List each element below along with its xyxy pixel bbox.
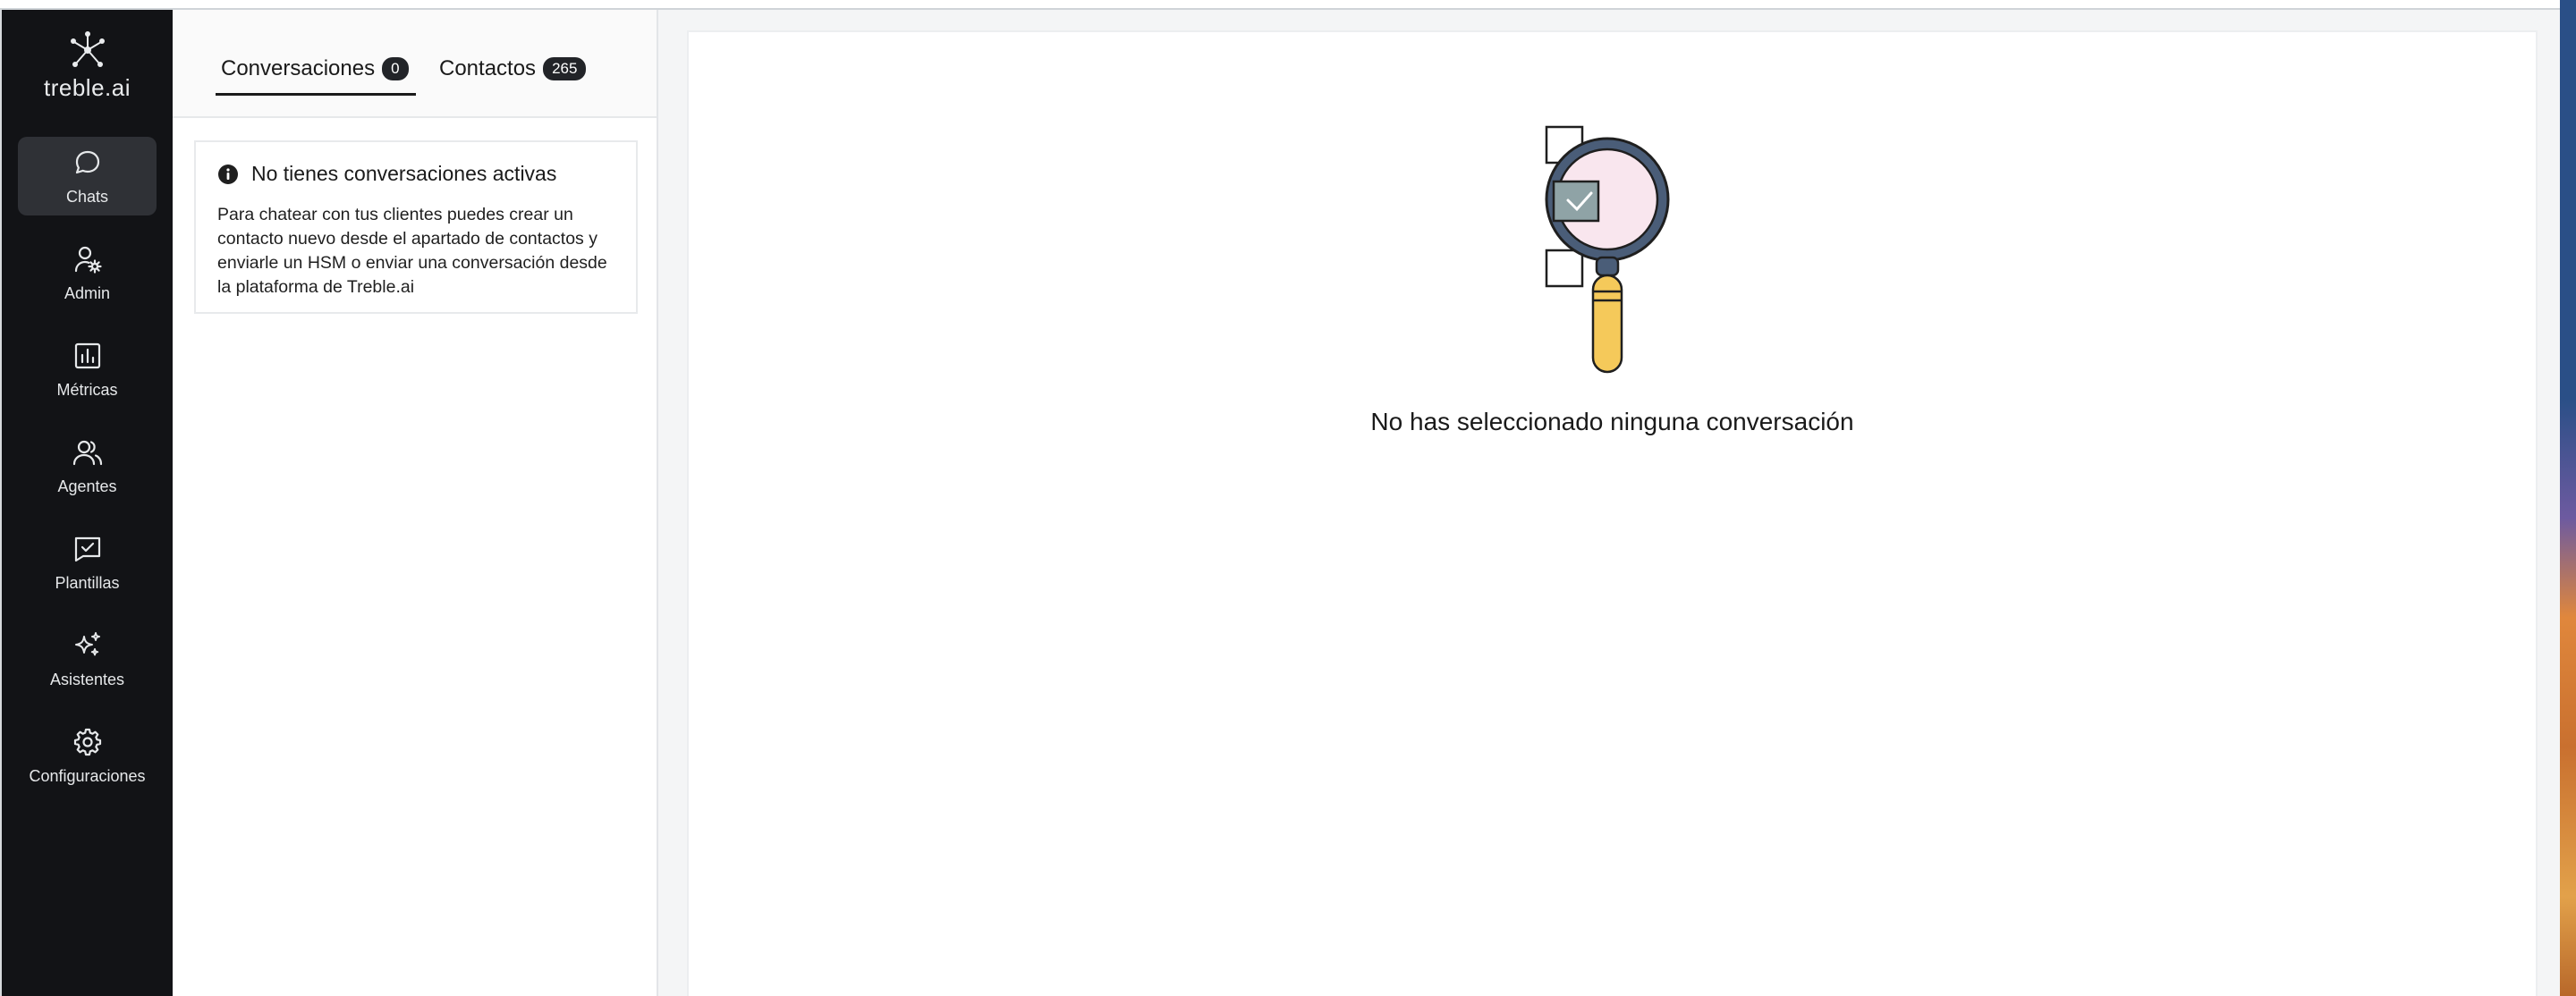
sparkles-icon: [74, 631, 100, 655]
info-card-title: No tienes conversaciones activas: [251, 162, 557, 185]
tab-bar: Conversaciones 0 Contactos 265: [173, 10, 657, 118]
info-icon: [218, 164, 238, 184]
conversation-count-badge: 0: [382, 57, 409, 80]
sidebar-item-plantillas[interactable]: Plantillas: [18, 523, 157, 602]
users-icon: [72, 440, 102, 465]
sidebar-item-admin[interactable]: Admin: [18, 233, 157, 312]
window-top-edge: [0, 0, 2576, 10]
sidebar-item-metricas[interactable]: Métricas: [18, 330, 157, 409]
treble-logo-icon: [70, 31, 105, 67]
conversation-list-panel: Conversaciones 0 Contactos 265 No tienes…: [173, 10, 658, 996]
sidebar-item-label: Asistentes: [49, 670, 125, 688]
sidebar: treble.ai Chats Admin Métricas Agentes P…: [2, 10, 173, 996]
sidebar-item-label: Plantillas: [55, 573, 120, 592]
user-gear-icon: [74, 246, 102, 274]
sidebar-item-label: Agentes: [57, 477, 117, 495]
brand[interactable]: treble.ai: [2, 30, 173, 102]
sidebar-item-label: Configuraciones: [29, 766, 146, 785]
sidebar-item-configuraciones[interactable]: Configuraciones: [18, 716, 157, 795]
magnifying-glass-icon: [1545, 125, 1670, 374]
bar-chart-icon: [74, 342, 100, 368]
sidebar-item-chats[interactable]: Chats: [18, 137, 157, 215]
message-check-icon: [74, 536, 100, 561]
no-conversations-card: No tienes conversaciones activas Para ch…: [194, 140, 638, 314]
tab-contactos[interactable]: Contactos 265: [439, 49, 587, 89]
info-card-body: Para chatear con tus clientes puedes cre…: [217, 205, 607, 297]
active-tab-indicator: [216, 93, 416, 96]
sidebar-item-agentes[interactable]: Agentes: [18, 426, 157, 505]
desktop-wallpaper-edge: [2560, 0, 2576, 996]
sidebar-item-label: Chats: [65, 187, 109, 206]
conversation-detail-area: No has seleccionado ninguna conversación: [687, 30, 2538, 996]
tab-label: Contactos: [439, 56, 537, 80]
contact-count-badge: 265: [543, 57, 587, 80]
gear-icon: [73, 728, 101, 755]
tab-conversaciones[interactable]: Conversaciones 0: [221, 49, 409, 89]
empty-state-message: No has seleccionado ninguna conversación: [1370, 408, 1854, 435]
sidebar-item-asistentes[interactable]: Asistentes: [18, 620, 157, 698]
sidebar-item-label: Métricas: [56, 380, 118, 399]
sidebar-item-label: Admin: [64, 283, 111, 302]
brand-name: treble.ai: [44, 74, 131, 101]
tab-label: Conversaciones: [221, 56, 376, 80]
chat-bubble-icon: [75, 150, 99, 173]
